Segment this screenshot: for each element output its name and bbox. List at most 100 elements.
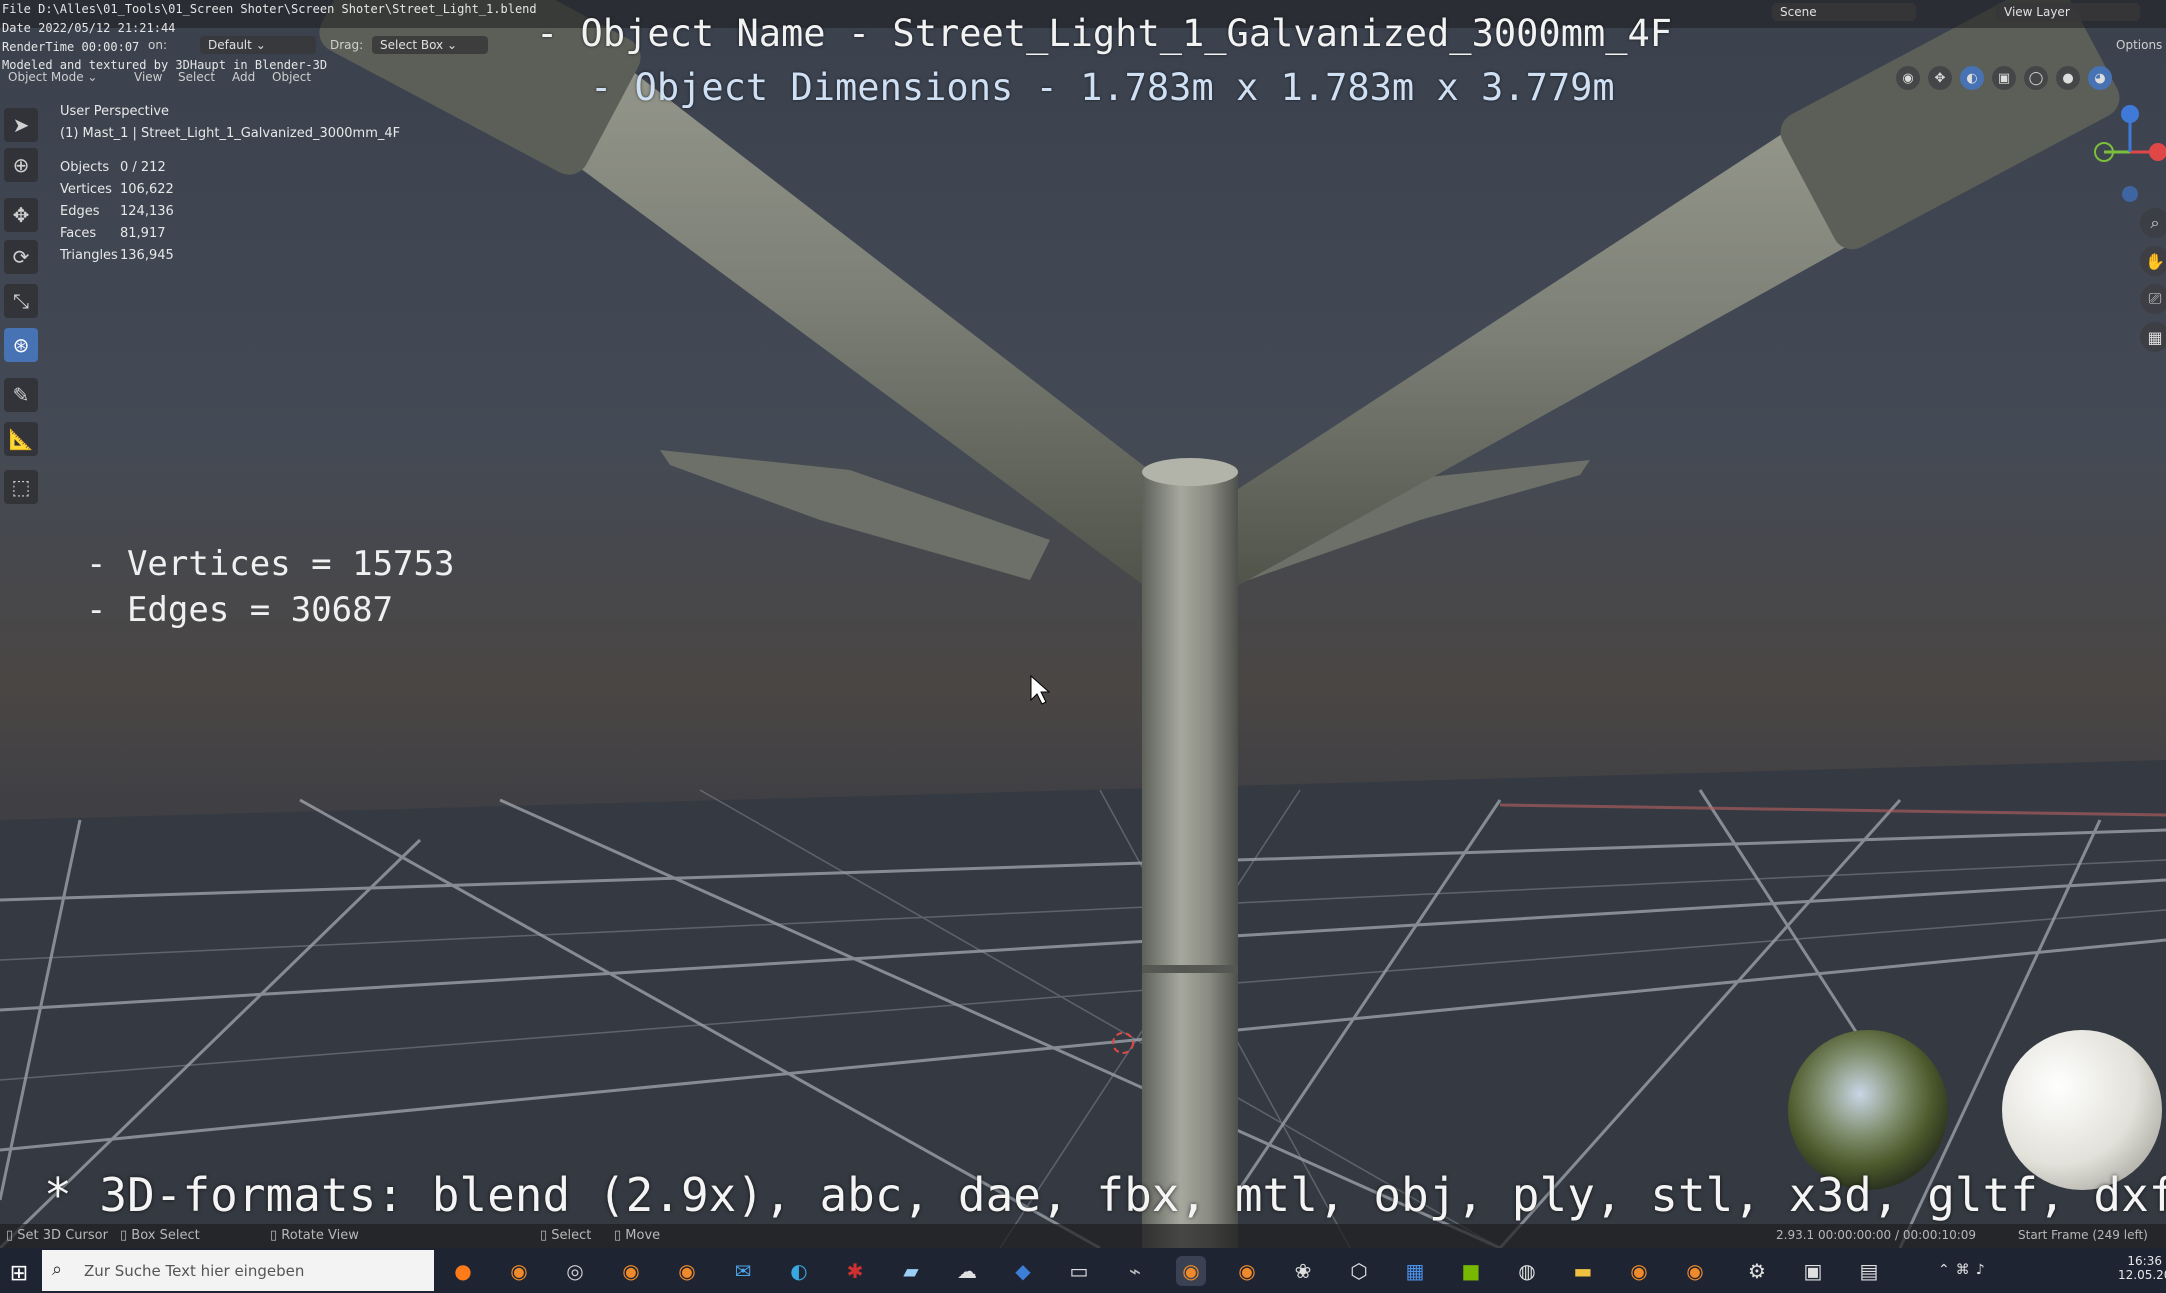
system-tray[interactable]: ⌃⌘♪ xyxy=(1938,1262,1991,1278)
material-preview-sphere xyxy=(2002,1030,2162,1190)
select-box-tool[interactable]: ➤ xyxy=(4,108,38,142)
edge-icon[interactable]: ◐ xyxy=(784,1256,814,1286)
material-shading-icon[interactable]: ◕ xyxy=(2088,66,2112,90)
transform-icon: ⊛ xyxy=(12,333,30,357)
view-layer-selector[interactable]: View Layer xyxy=(1996,3,2140,21)
windows-start-icon[interactable]: ⊞ xyxy=(4,1258,34,1288)
pencil-icon: ✎ xyxy=(12,383,30,407)
rendertime-text: RenderTime 00:00:07 xyxy=(2,40,140,54)
cursor-icon: ➤ xyxy=(12,113,30,137)
blender-active-icon[interactable]: ◉ xyxy=(1176,1256,1206,1286)
status-set-cursor: ▯ Set 3D Cursor xyxy=(6,1228,108,1243)
stat-vertices: Vertices 106,622 xyxy=(60,182,174,197)
app-icon[interactable]: ✱ xyxy=(840,1256,870,1286)
blender-icon[interactable]: ◉ xyxy=(1232,1256,1262,1286)
taskbar-search-box[interactable]: ⌕ Zur Suche Text hier eingeben xyxy=(42,1250,434,1291)
blender-icon[interactable]: ◉ xyxy=(672,1256,702,1286)
app-icon[interactable]: ☁ xyxy=(952,1256,982,1286)
menu-view[interactable]: View xyxy=(134,70,162,84)
folder-icon[interactable]: ▬ xyxy=(1568,1256,1598,1286)
status-move: ▯ Move xyxy=(614,1228,661,1243)
perspective-label: User Perspective xyxy=(60,104,170,119)
scale-icon: ⤡ xyxy=(13,289,29,313)
camera-icon[interactable]: ⎚ xyxy=(2140,284,2166,314)
chevron-up-icon: ⌃ xyxy=(1938,1262,1956,1278)
xray-icon[interactable]: ▣ xyxy=(1992,66,2016,90)
app-icon[interactable]: ⌁ xyxy=(1120,1256,1150,1286)
volume-icon: ♪ xyxy=(1975,1262,1991,1278)
status-start-frame: Start Frame (249 left) xyxy=(2018,1228,2148,1242)
add-cube-tool[interactable]: ⬚ xyxy=(4,470,38,504)
scene-statistics: Objects 0 / 212 Vertices 106,622 Edges 124,… xyxy=(60,160,174,270)
search-placeholder: Zur Suche Text hier eingeben xyxy=(84,1262,305,1280)
file-path-text: File D:\Alles\01_Tools\01_Screen Shoter\… xyxy=(2,2,537,16)
drag-label: Drag: xyxy=(330,38,364,52)
chevron-down-icon: ⌄ xyxy=(255,38,266,52)
move-tool[interactable]: ✥ xyxy=(4,198,38,232)
drag-dropdown[interactable]: Select Box ⌄ xyxy=(372,36,488,54)
orientation-dropdown[interactable]: Default ⌄ xyxy=(200,36,316,54)
crosshair-icon: ⊕ xyxy=(12,153,30,177)
object-mode-dropdown[interactable]: Object Mode ⌄ xyxy=(8,70,97,84)
mouse-middle-icon: ▯ xyxy=(120,1228,132,1243)
scale-tool[interactable]: ⤡ xyxy=(4,284,38,318)
mode-label: Object Mode xyxy=(8,70,84,84)
orientation-label: on: xyxy=(148,38,167,52)
pan-hand-icon[interactable]: ✋ xyxy=(2140,246,2166,276)
solid-shading-icon[interactable]: ● xyxy=(2056,66,2080,90)
mouse-icon: ▯ xyxy=(540,1228,552,1243)
app-icon[interactable]: ◆ xyxy=(1008,1256,1038,1286)
menu-select[interactable]: Select xyxy=(178,70,215,84)
blender-icon[interactable]: ◉ xyxy=(1680,1256,1710,1286)
overlay-icon[interactable]: ◐ xyxy=(1960,66,1984,90)
blender-icon[interactable]: ◉ xyxy=(504,1256,534,1286)
settings-gear-icon[interactable]: ⚙ xyxy=(1742,1256,1772,1286)
formats-caption: * 3D-formats: blend (2.9x), abc, dae, fb… xyxy=(44,1168,2166,1222)
edges-caption: - Edges = 30687 xyxy=(86,590,394,630)
menu-add[interactable]: Add xyxy=(232,70,255,84)
clock-date: 12.05.202 xyxy=(2118,1268,2166,1282)
terminal-icon[interactable]: ▭ xyxy=(1064,1256,1094,1286)
cube-icon: ⬚ xyxy=(11,475,31,499)
search-icon: ⌕ xyxy=(52,1259,63,1280)
date-text: Date 2022/05/12 21:21:44 xyxy=(2,21,176,35)
grid-icon[interactable]: ▦ xyxy=(2140,322,2166,352)
status-version-info: 2.93.1 00:00:00:00 / 00:00:10:09 xyxy=(1776,1228,1977,1242)
mouse-left-icon: ▯ xyxy=(6,1228,18,1243)
mouse-icon: ▯ xyxy=(614,1228,626,1243)
transform-tool[interactable]: ⊛ xyxy=(4,328,38,362)
firefox-icon[interactable]: ● xyxy=(448,1256,478,1286)
mouse-right-icon: ▯ xyxy=(270,1228,282,1243)
view-layer-label: View Layer xyxy=(2004,5,2070,19)
notes-icon[interactable]: ▰ xyxy=(896,1256,926,1286)
navigation-gizmo[interactable] xyxy=(2070,100,2166,210)
blender-icon[interactable]: ◉ xyxy=(1624,1256,1654,1286)
status-box-select: ▯ Box Select xyxy=(120,1228,200,1243)
cursor-tool[interactable]: ⊕ xyxy=(4,148,38,182)
visibility-icon[interactable]: ◉ xyxy=(1896,66,1920,90)
status-select: ▯ Select xyxy=(540,1228,592,1243)
view-nav-buttons: ⌕ ✋ ⎚ ▦ xyxy=(2140,208,2166,352)
clock-time: 16:36 xyxy=(2127,1254,2162,1268)
cube-app-icon[interactable]: ⬡ xyxy=(1344,1256,1374,1286)
nvidia-icon[interactable]: ■ xyxy=(1456,1256,1486,1286)
blender-icon[interactable]: ◉ xyxy=(616,1256,646,1286)
menu-object[interactable]: Object xyxy=(272,70,311,84)
mail-icon[interactable]: ✉ xyxy=(728,1256,758,1286)
annotate-tool[interactable]: ✎ xyxy=(4,378,38,412)
scene-selector[interactable]: Scene xyxy=(1772,3,1916,21)
rotate-tool[interactable]: ⟳ xyxy=(4,240,38,274)
gizmo-icon[interactable]: ✥ xyxy=(1928,66,1952,90)
app-icon[interactable]: ◎ xyxy=(560,1256,590,1286)
clock[interactable]: 16:36 12.05.202 xyxy=(2118,1254,2166,1282)
app-icon[interactable]: ❀ xyxy=(1288,1256,1318,1286)
calendar-icon[interactable]: ▦ xyxy=(1400,1256,1430,1286)
stat-edges: Edges 124,136 xyxy=(60,204,174,219)
zoom-icon[interactable]: ⌕ xyxy=(2140,208,2166,238)
app-icon[interactable]: ▤ xyxy=(1854,1256,1884,1286)
app-icon[interactable]: ▣ xyxy=(1798,1256,1828,1286)
app-icon[interactable]: ◍ xyxy=(1512,1256,1542,1286)
measure-tool[interactable]: 📐 xyxy=(4,422,38,456)
wireframe-shading-icon[interactable]: ◯ xyxy=(2024,66,2048,90)
options-menu[interactable]: Options xyxy=(2116,38,2162,52)
